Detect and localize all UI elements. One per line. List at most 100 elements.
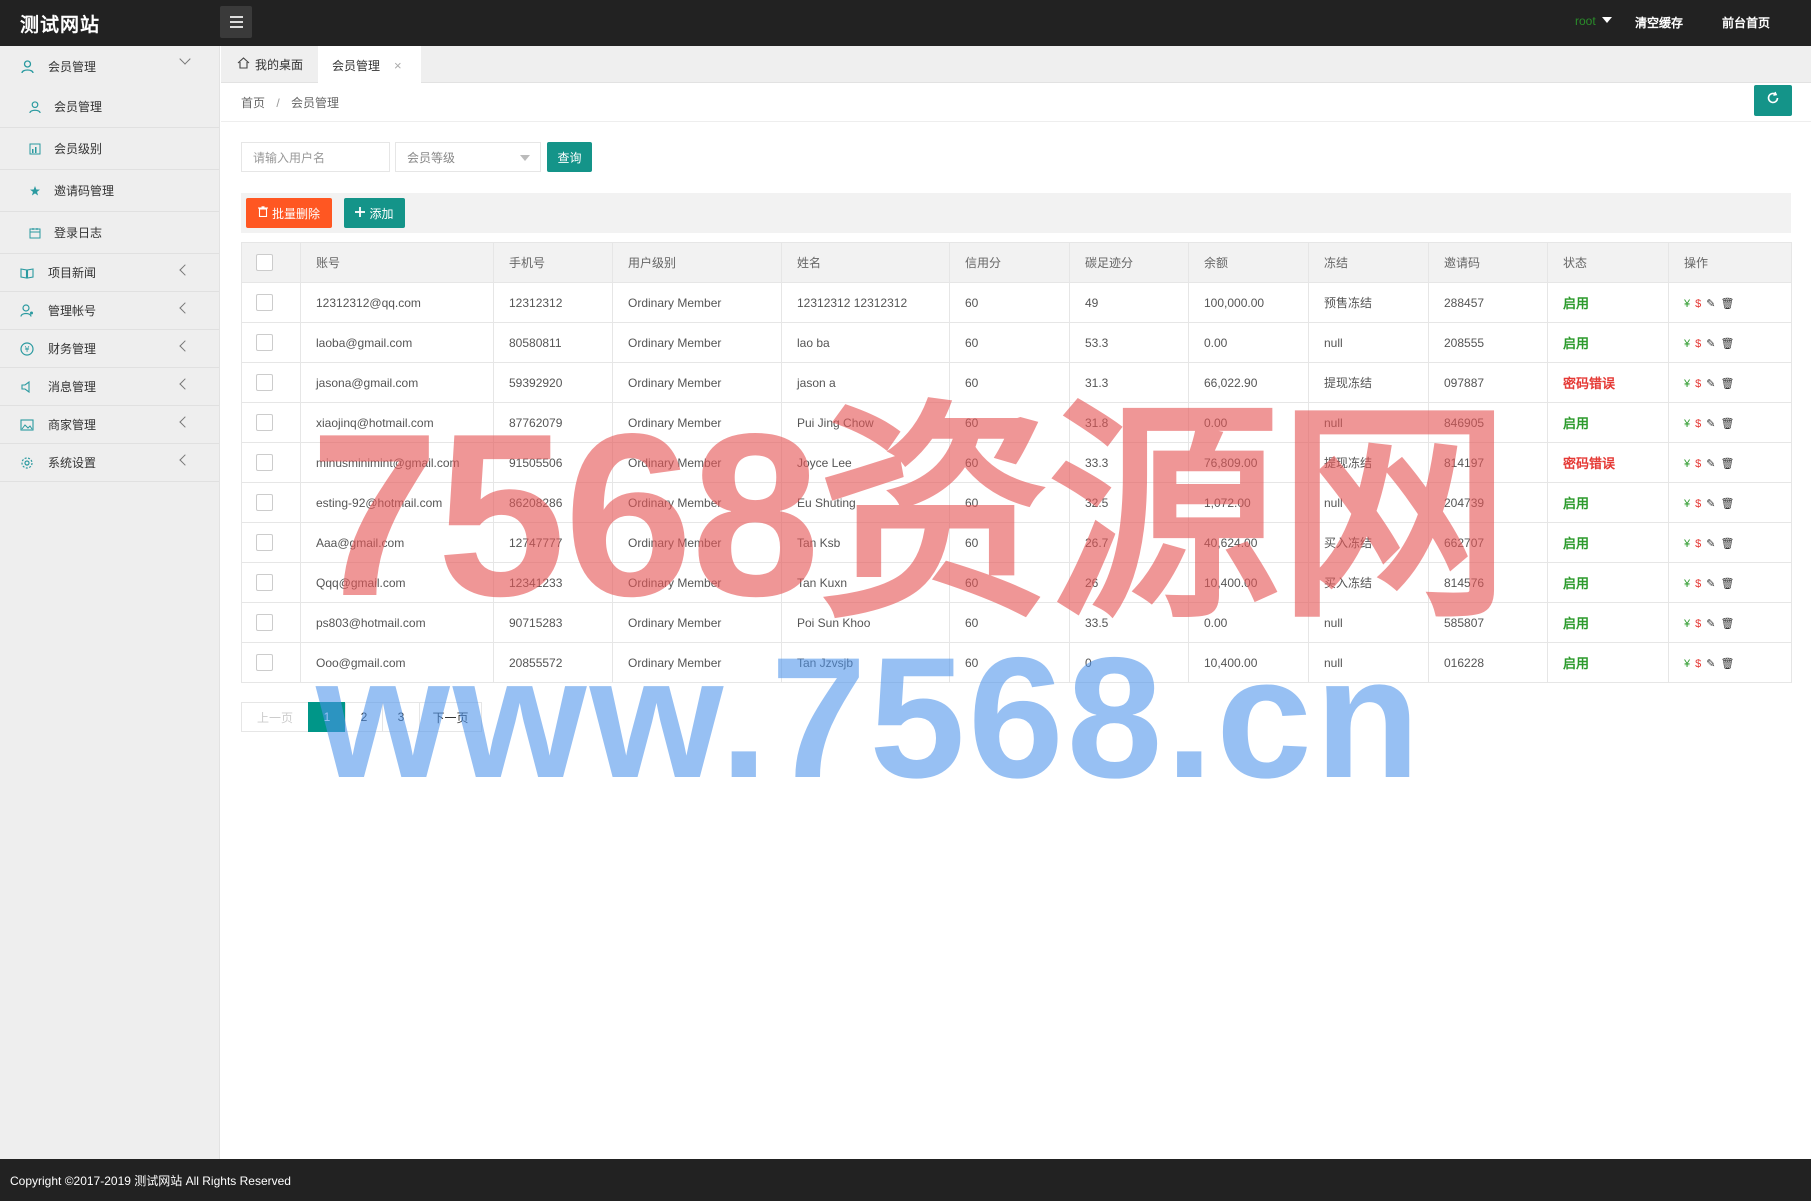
delete-icon[interactable]: 🗑 [1720,337,1734,350]
sidebar-subitem-member-level[interactable]: 会员级别 [0,128,219,170]
yen-icon[interactable]: ¥ [1684,618,1690,630]
menu-toggle-button[interactable] [220,6,252,38]
cell-status: 启用 [1547,602,1669,643]
cell-invite: 097887 [1428,362,1548,403]
dollar-icon[interactable]: $ [1695,618,1701,630]
add-button[interactable]: 添加 [344,198,405,228]
row-checkbox[interactable] [256,654,273,671]
dollar-icon[interactable]: $ [1695,458,1701,470]
status-badge[interactable]: 密码错误 [1563,456,1615,471]
status-badge[interactable]: 启用 [1563,576,1589,591]
dollar-icon[interactable]: $ [1695,538,1701,550]
yen-icon[interactable]: ¥ [1684,498,1690,510]
delete-icon[interactable]: 🗑 [1720,377,1734,390]
user-dropdown[interactable]: root [1575,14,1612,28]
yen-icon[interactable]: ¥ [1684,338,1690,350]
front-home-link[interactable]: 前台首页 [1722,14,1770,31]
sidebar-subitem-member-management[interactable]: 会员管理 [0,86,219,128]
row-checkbox[interactable] [256,494,273,511]
sidebar-item-system-settings[interactable]: 系统设置 [0,444,219,482]
edit-icon[interactable]: ✎ [1706,657,1715,670]
close-icon[interactable]: × [394,58,402,73]
sidebar-item-finance[interactable]: ¥ 财务管理 [0,330,219,368]
dollar-icon[interactable]: $ [1695,658,1701,670]
sidebar-item-messages[interactable]: 消息管理 [0,368,219,406]
yen-icon[interactable]: ¥ [1684,418,1690,430]
yen-icon[interactable]: ¥ [1684,298,1690,310]
delete-icon[interactable]: 🗑 [1720,417,1734,430]
dollar-icon[interactable]: $ [1695,418,1701,430]
edit-icon[interactable]: ✎ [1706,377,1715,390]
page-button[interactable]: 2 [345,702,383,732]
edit-icon[interactable]: ✎ [1706,457,1715,470]
yen-icon[interactable]: ¥ [1684,538,1690,550]
breadcrumb-home[interactable]: 首页 [241,96,265,110]
member-level-select[interactable]: 会员等级 [395,142,541,172]
edit-icon[interactable]: ✎ [1706,537,1715,550]
edit-icon[interactable]: ✎ [1706,337,1715,350]
delete-icon[interactable]: 🗑 [1720,457,1734,470]
tab-member-management[interactable]: 会员管理 × [318,46,421,84]
status-badge[interactable]: 密码错误 [1563,376,1615,391]
edit-icon[interactable]: ✎ [1706,497,1715,510]
page-button[interactable]: 1 [308,702,346,732]
cell-credit: 60 [949,562,1070,603]
status-badge[interactable]: 启用 [1563,416,1589,431]
edit-icon[interactable]: ✎ [1706,297,1715,310]
dollar-icon[interactable]: $ [1695,378,1701,390]
yen-icon[interactable]: ¥ [1684,658,1690,670]
dollar-icon[interactable]: $ [1695,498,1701,510]
clear-cache-link[interactable]: 清空缓存 [1635,14,1683,31]
row-checkbox-cell [241,482,301,523]
delete-icon[interactable]: 🗑 [1720,297,1734,310]
yen-icon[interactable]: ¥ [1684,578,1690,590]
sidebar-subitem-invite-code[interactable]: 邀请码管理 [0,170,219,212]
row-checkbox[interactable] [256,534,273,551]
status-badge[interactable]: 启用 [1563,536,1589,551]
row-checkbox[interactable] [256,454,273,471]
row-checkbox[interactable] [256,294,273,311]
table-header-row: 账号 手机号 用户级别 姓名 信用分 碳足迹分 余额 冻结 邀请码 状态 操作 [241,242,1792,283]
edit-icon[interactable]: ✎ [1706,577,1715,590]
delete-icon[interactable]: 🗑 [1720,617,1734,630]
table-row: Qqq@gmail.com 12341233 Ordinary Member Tan … [241,562,1792,603]
tab-my-desktop[interactable]: 我的桌面 [221,46,317,83]
dollar-icon[interactable]: $ [1695,578,1701,590]
username-search-input[interactable]: 请输入用户名 [241,142,390,172]
refresh-button[interactable] [1754,85,1792,116]
query-button[interactable]: 查询 [547,142,592,172]
delete-icon[interactable]: 🗑 [1720,657,1734,670]
sidebar-item-admin-accounts[interactable]: 管理帐号 [0,292,219,330]
button-label: 批量删除 [271,206,320,221]
prev-page-button[interactable]: 上一页 [241,702,309,732]
site-logo[interactable]: 测试网站 [20,10,100,37]
status-badge[interactable]: 启用 [1563,336,1589,351]
edit-icon[interactable]: ✎ [1706,417,1715,430]
row-checkbox[interactable] [256,374,273,391]
status-badge[interactable]: 启用 [1563,616,1589,631]
sidebar-item-merchants[interactable]: 商家管理 [0,406,219,444]
row-checkbox[interactable] [256,414,273,431]
yen-icon[interactable]: ¥ [1684,458,1690,470]
batch-delete-button[interactable]: 批量删除 [246,198,332,228]
delete-icon[interactable]: 🗑 [1720,537,1734,550]
page-button[interactable]: 3 [382,702,420,732]
yen-icon[interactable]: ¥ [1684,378,1690,390]
edit-icon[interactable]: ✎ [1706,617,1715,630]
status-badge[interactable]: 启用 [1563,296,1589,311]
row-checkbox[interactable] [256,334,273,351]
status-badge[interactable]: 启用 [1563,656,1589,671]
next-page-button[interactable]: 下一页 [419,702,482,732]
select-all-checkbox[interactable] [256,254,273,271]
sidebar-subitem-login-log[interactable]: 登录日志 [0,212,219,254]
dollar-icon[interactable]: $ [1695,298,1701,310]
status-badge[interactable]: 启用 [1563,496,1589,511]
delete-icon[interactable]: 🗑 [1720,497,1734,510]
sidebar-item-member-management[interactable]: 会员管理 [0,46,219,86]
sidebar-item-project-news[interactable]: 项目新闻 [0,254,219,292]
delete-icon[interactable]: 🗑 [1720,577,1734,590]
cell-phone: 12341233 [493,562,613,603]
row-checkbox[interactable] [256,574,273,591]
row-checkbox[interactable] [256,614,273,631]
dollar-icon[interactable]: $ [1695,338,1701,350]
